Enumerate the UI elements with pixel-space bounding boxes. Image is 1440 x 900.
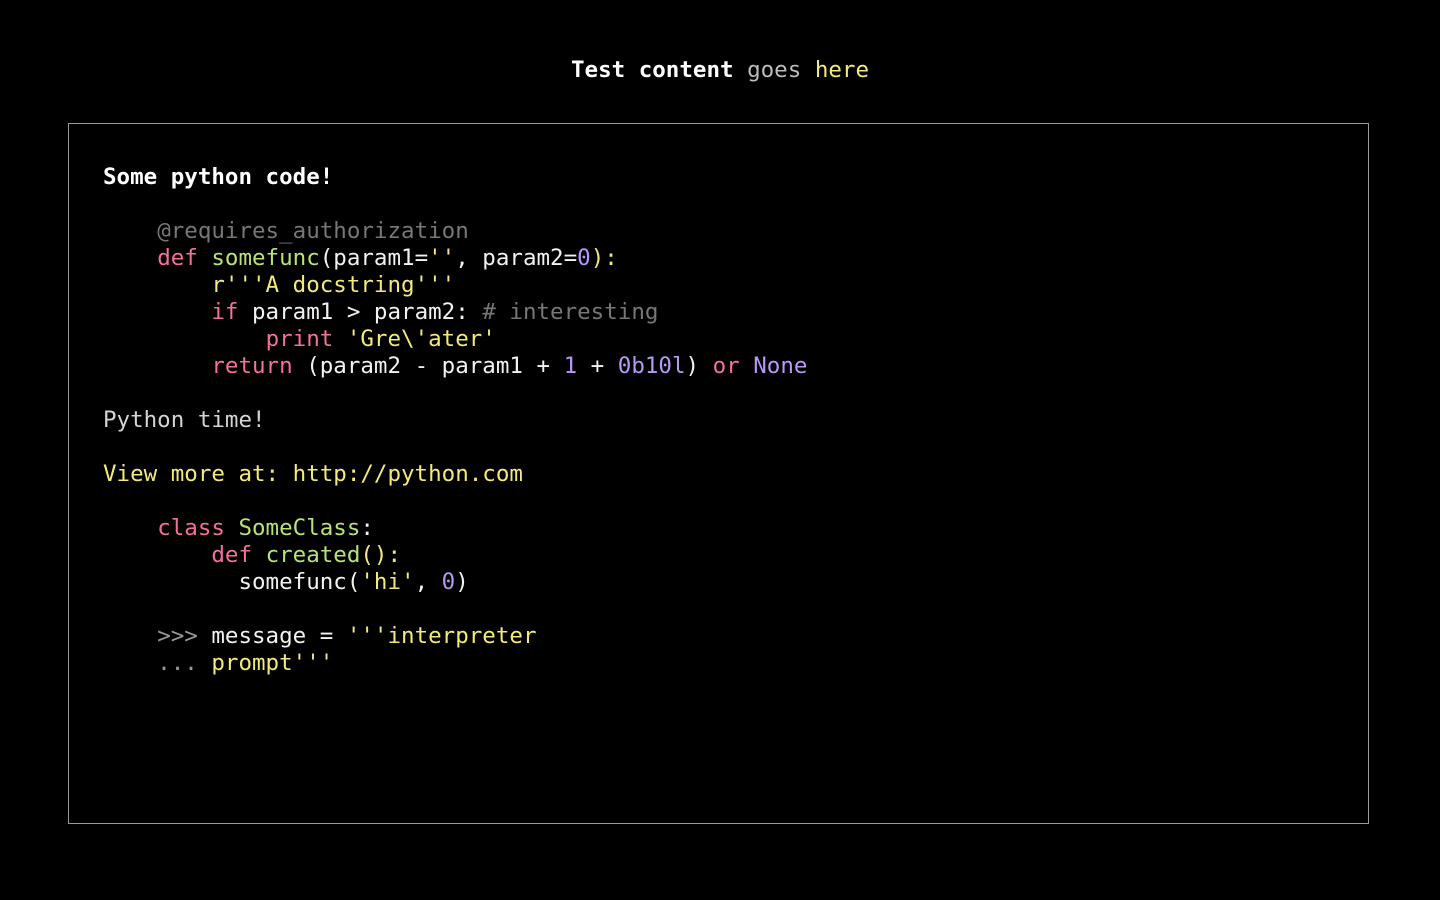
code-block-2: class SomeClass: def created(): somefunc…: [103, 515, 807, 596]
code-token-whitespace: [333, 326, 347, 352]
code-token-whitespace: [103, 326, 266, 352]
code-token-text: param1 > param2:: [238, 299, 483, 325]
code-line: print 'Gre\'ater': [103, 326, 807, 353]
code-token-funcname: somefunc: [211, 245, 320, 271]
code-block-3: >>> message = '''interpreter ... prompt'…: [103, 623, 807, 677]
code-block-1: @requires_authorization def somefunc(par…: [103, 218, 807, 380]
code-token-whitespace: [103, 542, 211, 568]
code-token-string: '''interpreter: [346, 623, 537, 649]
code-token-text: message =: [197, 623, 347, 649]
code-token-whitespace: [103, 353, 211, 379]
code-line: class SomeClass:: [103, 515, 807, 542]
code-token-whitespace: [225, 515, 239, 541]
code-token-whitespace: [103, 650, 157, 676]
code-token-text: :: [360, 515, 374, 541]
code-token-text: ): [455, 569, 469, 595]
title-highlight-text: here: [814, 57, 870, 83]
code-token-whitespace: [103, 245, 157, 271]
code-token-whitespace: [103, 569, 238, 595]
code-line: >>> message = '''interpreter: [103, 623, 807, 650]
code-token-whitespace: [198, 650, 212, 676]
page-title: Test content goes here: [0, 55, 1440, 85]
code-token-punct: ():: [360, 542, 402, 568]
code-token-whitespace: [740, 353, 754, 379]
code-token-keyword: def: [211, 542, 253, 568]
code-line: somefunc('hi', 0): [103, 569, 807, 596]
code-token-keyword: def: [157, 245, 198, 271]
code-token-comment: # interesting: [482, 299, 659, 325]
code-token-text: (param1=: [319, 245, 429, 271]
content-area: Some python code! @requires_authorizatio…: [103, 164, 807, 677]
code-token-string: prompt''': [211, 650, 334, 676]
code-token-decorator: @requires_authorization: [157, 218, 469, 244]
paragraph-text: Python time!: [103, 407, 266, 433]
code-line: return (param2 - param1 + 1 + 0b10l) or …: [103, 353, 807, 380]
code-token-string: 'hi': [360, 569, 415, 595]
code-token-keyword: or: [712, 353, 740, 379]
code-token-prompt: >>>: [157, 623, 198, 649]
code-token-whitespace: [103, 218, 157, 244]
code-token-keyword: class: [157, 515, 225, 541]
code-token-text: (param2 - param1 +: [292, 353, 564, 379]
code-token-number: 0: [577, 245, 591, 271]
title-bold-text: Test content: [570, 57, 734, 83]
code-line: ... prompt''': [103, 650, 807, 677]
code-token-string: 'Gre\'ater': [346, 326, 496, 352]
code-token-whitespace: [103, 623, 157, 649]
code-token-prompt: ...: [157, 650, 198, 676]
code-token-whitespace: [103, 272, 211, 298]
link-text[interactable]: View more at: http://python.com: [103, 461, 807, 488]
code-line: def created():: [103, 542, 807, 569]
code-token-whitespace: [103, 515, 157, 541]
code-token-whitespace: [198, 245, 212, 271]
code-token-string: r'''A docstring''': [211, 272, 456, 298]
code-line: @requires_authorization: [103, 218, 807, 245]
code-token-classname: SomeClass: [238, 515, 361, 541]
code-token-number: 0: [441, 569, 456, 595]
code-token-string: '': [428, 245, 456, 271]
code-line: if param1 > param2: # interesting: [103, 299, 807, 326]
code-token-keyword: print: [265, 326, 334, 352]
code-token-whitespace: [103, 299, 211, 325]
code-line: def somefunc(param1='', param2=0):: [103, 245, 807, 272]
code-token-text: ): [685, 353, 713, 379]
code-token-text: , param2=: [455, 245, 578, 271]
code-token-keyword: if: [211, 299, 239, 325]
code-token-text: somefunc(: [238, 569, 361, 595]
code-line: r'''A docstring''': [103, 272, 807, 299]
code-token-number: 0b10l: [617, 353, 686, 379]
code-token-funcname: created: [265, 542, 361, 568]
code-token-whitespace: [252, 542, 266, 568]
code-token-keyword: return: [211, 353, 293, 379]
code-token-punct: ):: [590, 245, 618, 271]
code-token-number: 1: [563, 353, 578, 379]
code-token-number: None: [753, 353, 808, 379]
code-token-text: +: [577, 353, 618, 379]
content-heading: Some python code!: [103, 164, 334, 190]
code-token-text: ,: [414, 569, 442, 595]
title-dim-text: goes: [747, 57, 802, 83]
